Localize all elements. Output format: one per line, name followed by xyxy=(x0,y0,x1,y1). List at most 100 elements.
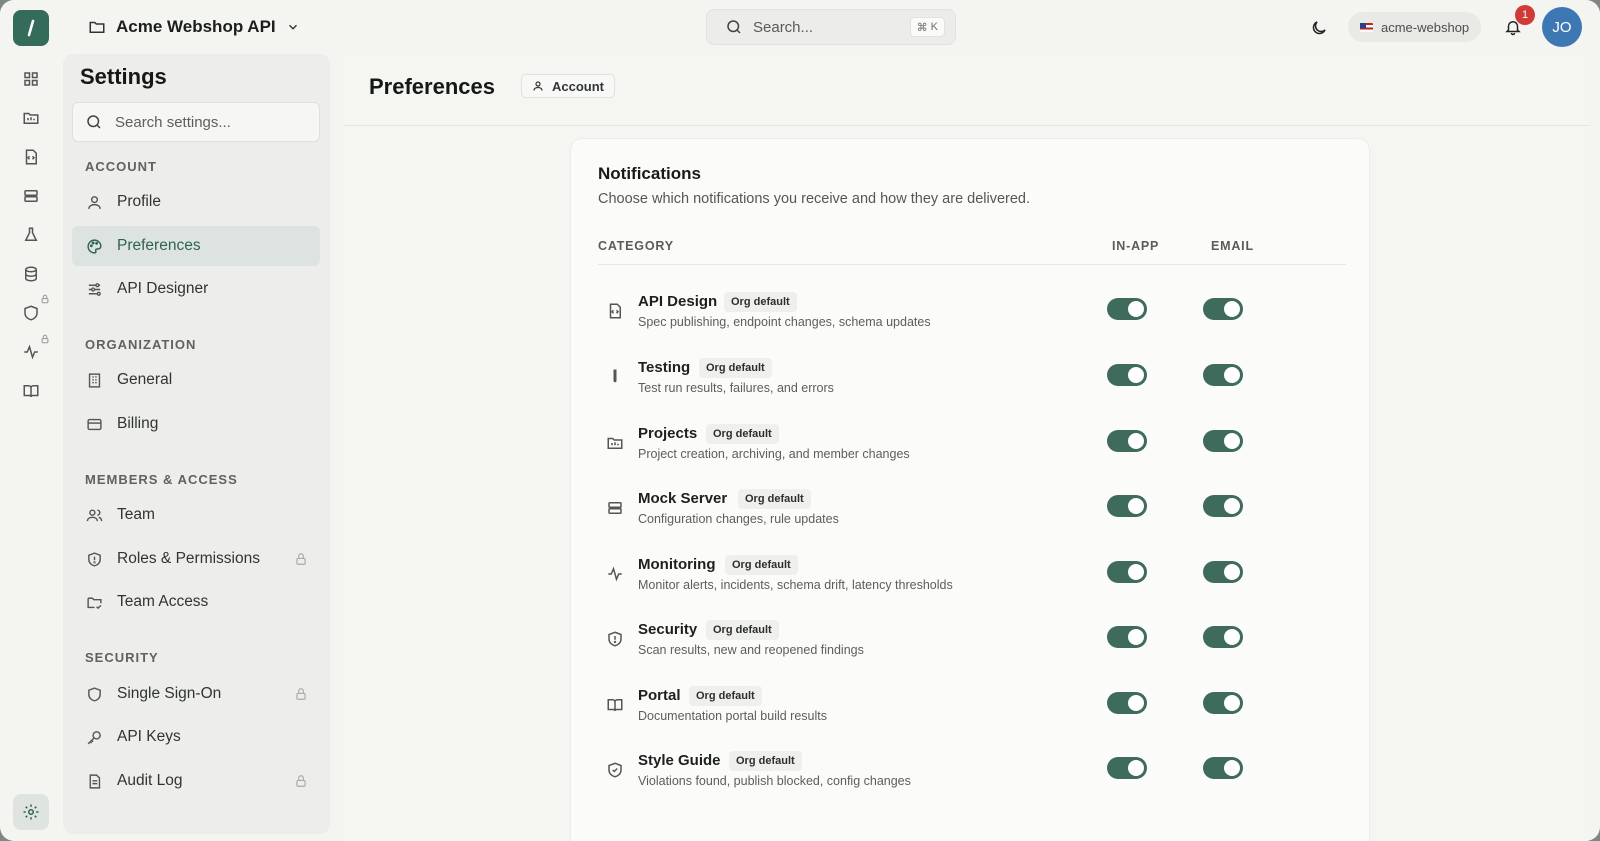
email-toggle[interactable] xyxy=(1203,561,1243,583)
search-placeholder: Search... xyxy=(753,18,814,36)
shield-icon xyxy=(85,685,103,703)
folder-access-icon xyxy=(85,593,103,611)
column-header-category: CATEGORY xyxy=(598,239,674,253)
section-label-account: ACCOUNT xyxy=(85,159,157,174)
sidebar-item-roles-permissions[interactable]: Roles & Permissions xyxy=(72,539,320,579)
settings-button[interactable] xyxy=(13,794,49,830)
database-icon[interactable] xyxy=(18,261,44,287)
email-toggle[interactable] xyxy=(1203,692,1243,714)
sidebar-item-label: Single Sign-On xyxy=(117,685,222,702)
workspace-name: acme-webshop xyxy=(1381,19,1470,35)
row-title: Monitoring xyxy=(638,556,716,573)
test-tube-icon xyxy=(605,367,625,387)
table-row: Monitoring Org default Monitor alerts, i… xyxy=(598,550,1346,600)
row-description: Test run results, failures, and errors xyxy=(638,381,834,395)
projects-icon[interactable] xyxy=(18,105,44,131)
row-description: Monitor alerts, incidents, schema drift,… xyxy=(638,578,953,592)
row-title: Testing xyxy=(638,359,691,376)
settings-title: Settings xyxy=(80,64,167,89)
workspace-selector[interactable]: acme-webshop xyxy=(1348,12,1482,42)
row-title: API Design xyxy=(638,293,718,310)
breadcrumb-label: Account xyxy=(552,78,604,94)
table-row: Mock Server Org default Configuration ch… xyxy=(598,484,1346,534)
sidebar-item-team[interactable]: Team xyxy=(72,495,320,535)
sidebar-item-label: General xyxy=(117,371,173,388)
in-app-toggle[interactable] xyxy=(1107,757,1147,779)
in-app-toggle[interactable] xyxy=(1107,430,1147,452)
shield-check-icon xyxy=(605,760,625,780)
settings-search[interactable] xyxy=(72,102,320,142)
row-description: Configuration changes, rule updates xyxy=(638,512,839,526)
building-icon xyxy=(85,371,103,389)
api-design-icon[interactable] xyxy=(18,144,44,170)
sidebar-item-api-keys[interactable]: API Keys xyxy=(72,717,320,757)
lock-icon xyxy=(294,687,308,701)
in-app-toggle[interactable] xyxy=(1107,626,1147,648)
document-icon xyxy=(85,772,103,790)
global-search[interactable]: Search... ⌘ K xyxy=(706,9,956,45)
mock-server-icon[interactable] xyxy=(18,183,44,209)
email-toggle[interactable] xyxy=(1203,298,1243,320)
settings-search-input[interactable] xyxy=(115,113,305,131)
shield-alert-icon xyxy=(605,629,625,649)
email-toggle[interactable] xyxy=(1203,626,1243,648)
sidebar-item-label: Team xyxy=(117,506,155,523)
row-description: Project creation, archiving, and member … xyxy=(638,447,910,461)
org-default-badge: Org default xyxy=(729,751,802,771)
lock-icon xyxy=(40,334,50,344)
email-toggle[interactable] xyxy=(1203,757,1243,779)
top-bar: Acme Webshop API Search... ⌘ K acme-webs… xyxy=(0,0,1600,54)
row-description: Scan results, new and reopened findings xyxy=(638,643,864,657)
org-default-badge: Org default xyxy=(706,620,779,640)
activity-icon xyxy=(605,564,625,584)
sidebar-item-billing[interactable]: Billing xyxy=(72,404,320,444)
in-app-toggle[interactable] xyxy=(1107,298,1147,320)
row-title: Portal xyxy=(638,687,681,704)
in-app-toggle[interactable] xyxy=(1107,561,1147,583)
sidebar-item-team-access[interactable]: Team Access xyxy=(72,582,320,622)
users-icon xyxy=(85,506,103,524)
column-header-email: EMAIL xyxy=(1211,239,1254,253)
card-title: Notifications xyxy=(598,164,701,183)
lock-icon xyxy=(294,774,308,788)
in-app-toggle[interactable] xyxy=(1107,495,1147,517)
command-key: ⌘ xyxy=(916,21,928,34)
key-icon xyxy=(85,728,103,746)
sidebar-item-label: Profile xyxy=(117,193,161,210)
dashboard-icon[interactable] xyxy=(18,66,44,92)
sidebar-item-preferences[interactable]: Preferences xyxy=(72,226,320,266)
notification-badge: 1 xyxy=(1515,5,1535,25)
org-default-badge: Org default xyxy=(706,424,779,444)
in-app-toggle[interactable] xyxy=(1107,692,1147,714)
app-window: Acme Webshop API Search... ⌘ K acme-webs… xyxy=(0,0,1600,841)
sidebar-item-sso[interactable]: Single Sign-On xyxy=(72,674,320,714)
email-toggle[interactable] xyxy=(1203,430,1243,452)
theme-toggle-button[interactable] xyxy=(1307,16,1331,40)
user-avatar[interactable]: JO xyxy=(1542,7,1582,47)
sidebar-item-label: Preferences xyxy=(117,237,201,254)
sidebar-item-profile[interactable]: Profile xyxy=(72,182,320,222)
row-description: Spec publishing, endpoint changes, schem… xyxy=(638,315,931,329)
sidebar-item-label: Billing xyxy=(117,415,159,432)
sidebar-item-general[interactable]: General xyxy=(72,360,320,400)
portal-icon[interactable] xyxy=(18,378,44,404)
api-design-icon xyxy=(605,301,625,321)
in-app-toggle[interactable] xyxy=(1107,364,1147,386)
breadcrumb[interactable]: Account xyxy=(521,74,615,98)
credit-card-icon xyxy=(85,415,103,433)
sidebar-item-label: Team Access xyxy=(117,593,209,610)
project-switcher[interactable]: Acme Webshop API xyxy=(88,14,300,40)
chevron-down-icon xyxy=(286,20,300,34)
row-description: Documentation portal build results xyxy=(638,709,827,723)
settings-sidebar: Settings ACCOUNT Profile Preferences API… xyxy=(63,54,330,834)
table-row: Style Guide Org default Violations found… xyxy=(598,746,1346,796)
sidebar-item-api-designer[interactable]: API Designer xyxy=(72,269,320,309)
app-logo[interactable] xyxy=(13,10,49,46)
sidebar-item-audit-log[interactable]: Audit Log xyxy=(72,761,320,801)
server-icon xyxy=(605,498,625,518)
testing-icon[interactable] xyxy=(18,222,44,248)
email-toggle[interactable] xyxy=(1203,495,1243,517)
moon-icon xyxy=(1310,19,1328,37)
sidebar-item-label: API Keys xyxy=(117,728,181,745)
email-toggle[interactable] xyxy=(1203,364,1243,386)
